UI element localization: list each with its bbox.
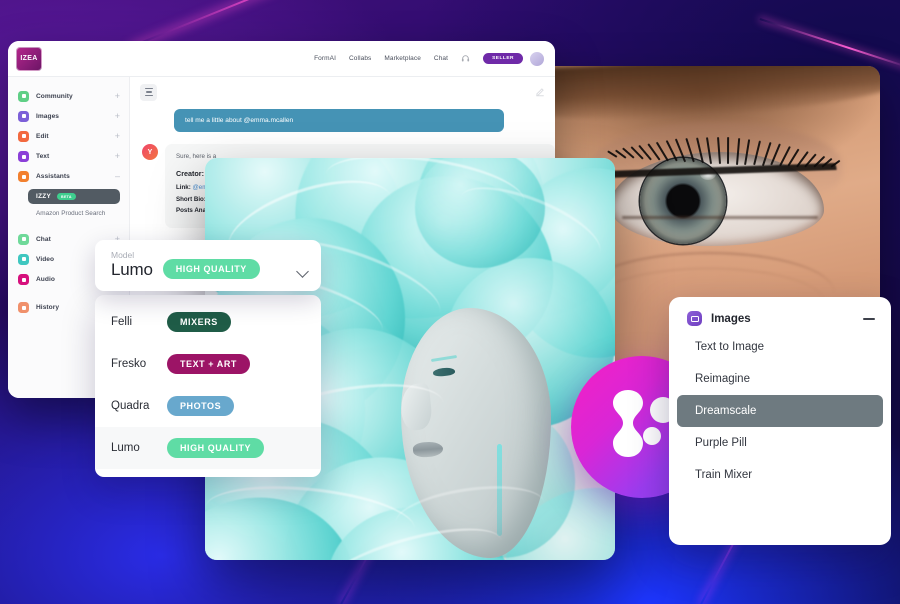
sidebar-add-community[interactable]: + [115,91,120,101]
images-panel-header: Images [669,311,891,331]
brand-logo[interactable]: IZEA [16,46,42,71]
audio-icon [18,274,29,286]
images-item-text-to-image[interactable]: Text to Image [677,331,883,363]
model-selected-name: Lumo [111,259,153,279]
chat-icon [18,233,29,245]
sidebar-item-edit[interactable]: Edit + [8,126,129,146]
bot-line-label: Link: [176,184,191,191]
molecule-glyph [613,390,676,457]
sidebar-item-community[interactable]: Community + [8,86,129,106]
model-option-lumo[interactable]: Lumo HIGH QUALITY [95,426,321,469]
sidebar-item-label: Images [36,112,60,120]
compose-icon[interactable] [535,87,545,97]
assistants-icon [18,171,29,183]
history-icon [18,302,29,314]
model-option-badge: HIGH QUALITY [167,437,265,458]
bot-avatar: Y [142,144,158,160]
sidebar-subitem-izzy[interactable]: IZZY BETA [28,188,120,205]
community-icon [18,90,29,102]
model-picker-trigger[interactable]: Model Lumo HIGH QUALITY [95,240,321,291]
sidebar-add-images[interactable]: + [115,111,120,121]
images-item-reimagine[interactable]: Reimagine [677,363,883,395]
chat-toolbar [130,77,555,107]
images-icon [18,110,29,122]
sidebar-item-label: Text [36,153,50,161]
image-icon [687,311,702,326]
sidebar-add-edit[interactable]: + [115,131,120,141]
chat-user-message: tell me a little about @emma.mcallen [174,109,504,132]
model-option-badge: MIXERS [167,311,231,332]
nav-item-collabs[interactable]: Collabs [349,55,371,62]
sidebar-item-assistants[interactable]: Assistants – [8,167,129,187]
bot-line-label: Short Bio: [176,195,206,203]
text-icon [18,151,29,163]
sidebar-item-text[interactable]: Text + [8,147,129,167]
nav-item-chat[interactable]: Chat [434,55,448,62]
headphone-icon[interactable] [461,54,470,63]
chevron-down-icon[interactable] [296,264,309,278]
images-panel: Images Text to Image Reimagine Dreamscal… [669,297,891,545]
nav-item-formai[interactable]: FormAI [314,55,336,62]
model-option-badge: TEXT + ART [167,353,250,374]
model-picker: Model Lumo HIGH QUALITY Felli MIXERS Fre… [95,240,321,477]
model-selected-badge: HIGH QUALITY [162,258,260,279]
edit-icon [18,130,29,142]
beta-badge: BETA [57,192,76,201]
neon-streak-top-right [759,18,900,73]
model-option-name: Felli [111,315,133,328]
model-option-name: Lumo [111,441,140,454]
model-option-badge: PHOTOS [167,395,235,416]
model-option-name: Fresko [111,357,147,370]
sidebar-subitem-label: IZZY [36,193,52,201]
sidebar-item-label: Assistants [36,173,70,181]
model-picker-texts: Model Lumo [111,250,153,279]
nav-item-marketplace[interactable]: Marketplace [384,55,421,62]
images-item-purple-pill[interactable]: Purple Pill [677,427,883,459]
sidebar-collapse-assistants[interactable]: – [115,172,120,181]
avatar[interactable] [529,50,545,67]
brand-logo-text: IZEA [20,55,38,62]
model-option-quadra[interactable]: Quadra PHOTOS [95,385,321,427]
images-panel-title: Images [711,312,751,325]
model-option-fresko[interactable]: Fresko TEXT + ART [95,343,321,385]
images-item-train-mixer[interactable]: Train Mixer [677,459,883,491]
app-topbar: IZEA FormAI Collabs Marketplace Chat SEL… [8,41,555,77]
model-option-name: Quadra [111,399,150,412]
sidebar-item-label: Community [36,92,73,100]
hamburger-icon[interactable] [140,83,157,101]
model-options-list: Felli MIXERS Fresko TEXT + ART Quadra PH… [95,294,321,477]
sidebar-add-text[interactable]: + [115,152,120,161]
video-icon [18,253,29,265]
top-navigation: FormAI Collabs Marketplace Chat SELLER [314,50,545,67]
sidebar-subitem-amazon-product-search[interactable]: Amazon Product Search [28,206,120,221]
sidebar-item-label: Edit [36,132,49,140]
sidebar-item-images[interactable]: Images + [8,106,129,126]
seller-badge[interactable]: SELLER [483,53,523,64]
model-option-felli[interactable]: Felli MIXERS [95,301,321,343]
images-item-dreamscale[interactable]: Dreamscale [677,395,883,427]
minus-icon[interactable] [863,317,875,320]
sidebar-subitem-label: Amazon Product Search [36,210,106,218]
